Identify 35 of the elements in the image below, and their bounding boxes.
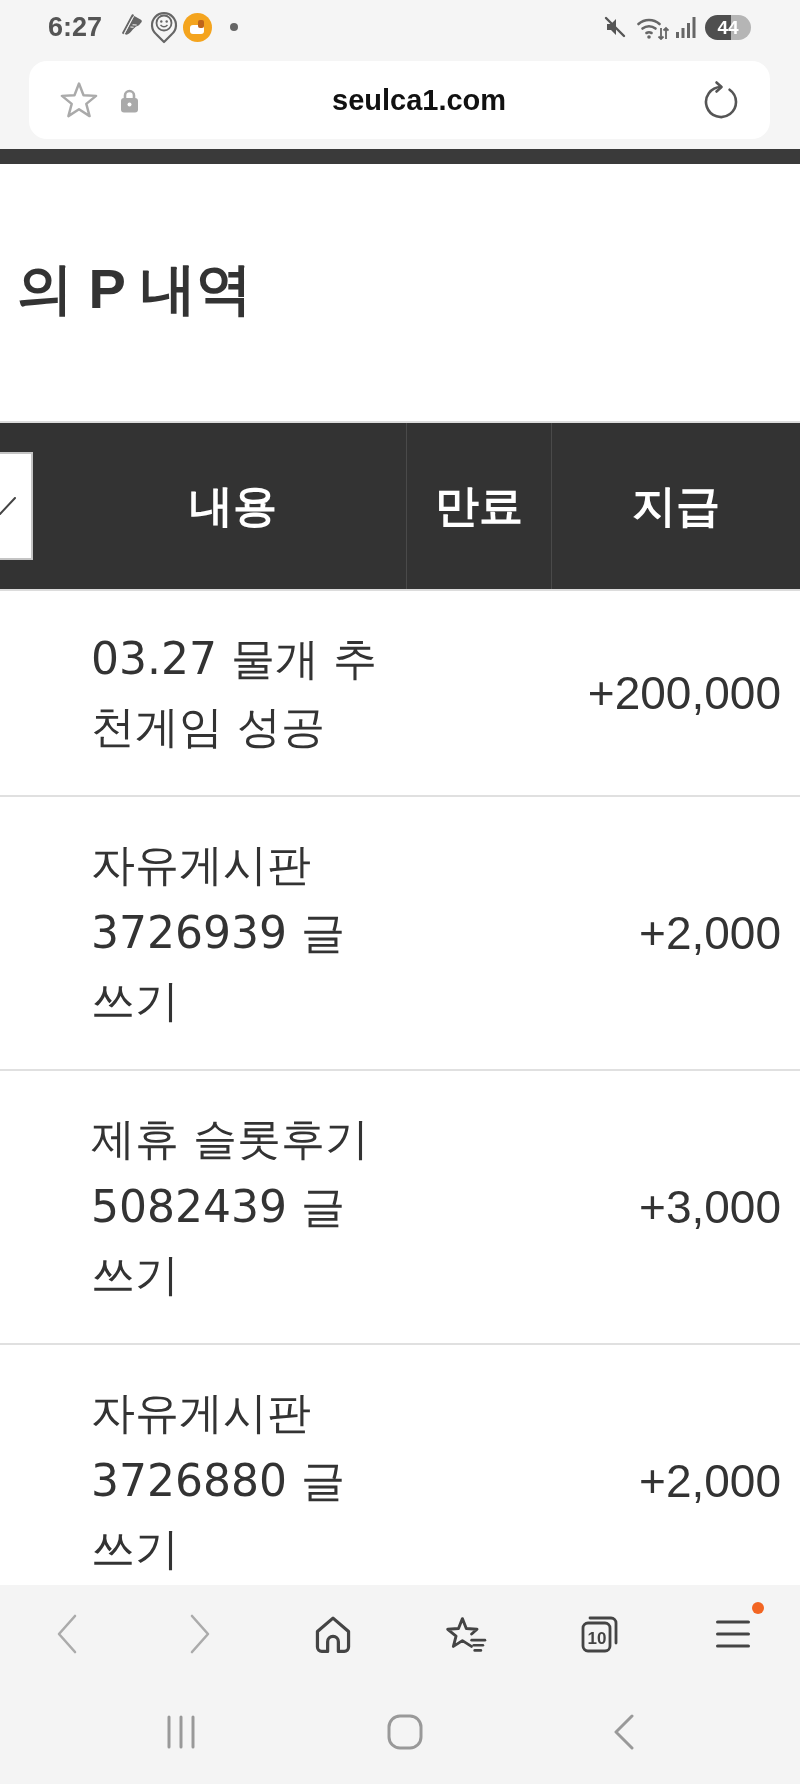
chevron-right-icon	[189, 1614, 211, 1654]
description-text: 자유게시판 3726880 글쓰기	[91, 1386, 346, 1576]
description-text: 03.27 물개 추천게임 성공	[91, 632, 378, 754]
url-text: seulca1.com	[332, 83, 507, 117]
home-icon[interactable]	[387, 1714, 423, 1750]
signal-icon	[676, 16, 696, 38]
page-title: 의 P 내역	[17, 256, 253, 322]
amount-text: +200,000	[587, 666, 781, 720]
recent-apps-icon[interactable]	[165, 1715, 197, 1749]
app-icon	[183, 12, 213, 42]
column-header: 만료	[435, 479, 523, 532]
chevron-left-icon	[55, 1614, 78, 1654]
lock-icon	[120, 87, 139, 113]
description-text: 자유게시판 3726939 글쓰기	[91, 838, 346, 1028]
column-header: 내용	[189, 479, 277, 532]
dot-icon	[230, 23, 239, 31]
select-field[interactable]	[0, 452, 33, 560]
amount-text: +2,000	[639, 1454, 781, 1508]
amount-text: +2,000	[639, 906, 781, 960]
star-list-icon	[446, 1615, 488, 1653]
smiley-pin-icon	[150, 10, 179, 44]
column-header: 지급	[632, 479, 720, 532]
menu-icon	[716, 1619, 751, 1649]
back-icon[interactable]	[613, 1714, 635, 1750]
mute-icon	[604, 16, 626, 38]
chevron-icon	[0, 497, 16, 515]
reload-icon[interactable]	[703, 80, 739, 120]
amount-text: +3,000	[639, 1180, 781, 1234]
description-text: 제휴 슬롯후기 5082439 글쓰기	[91, 1112, 370, 1302]
tabs-button[interactable]: 10	[567, 1602, 632, 1666]
star-icon[interactable]	[60, 82, 98, 118]
home-icon	[315, 1615, 352, 1653]
status-time: 6:27	[48, 11, 103, 43]
address-bar[interactable]: seulca1.com	[29, 61, 770, 139]
tabs-icon	[580, 1615, 619, 1653]
